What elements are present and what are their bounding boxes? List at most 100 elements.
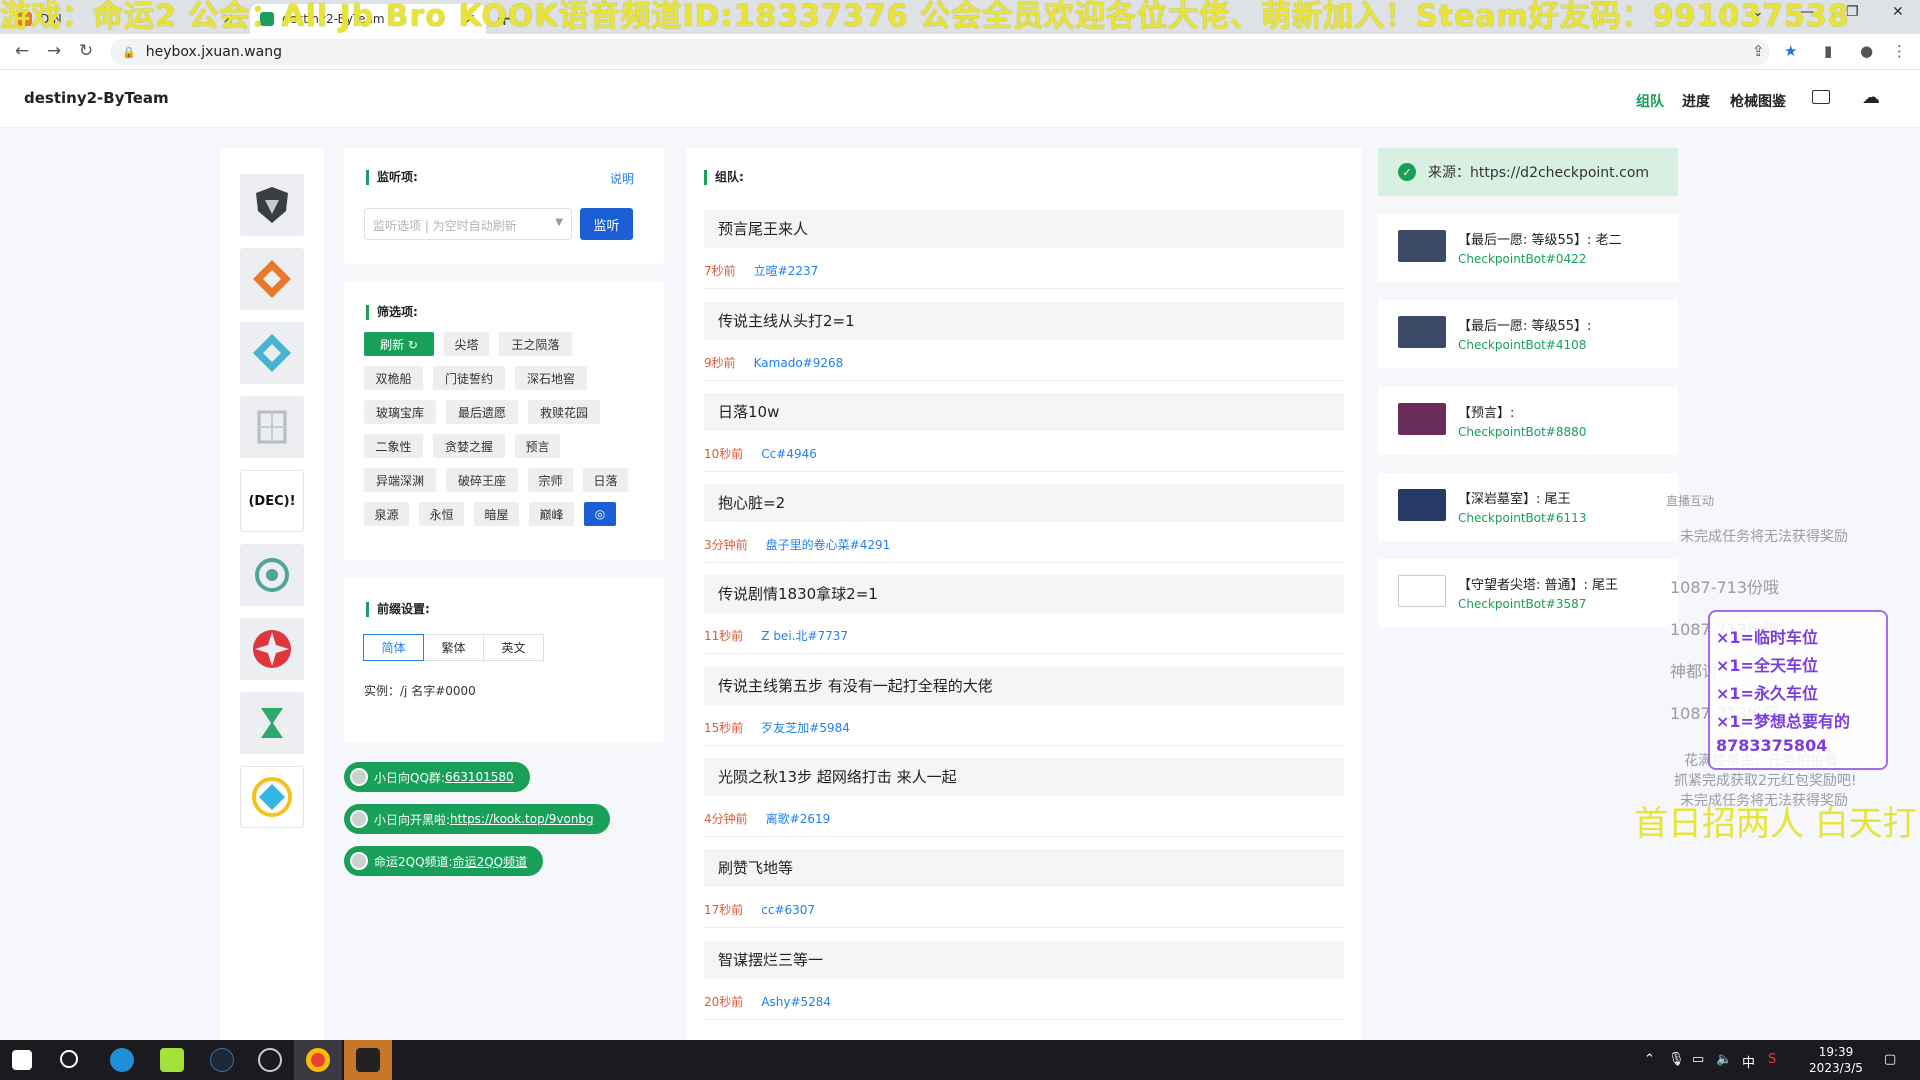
list-item[interactable]: 刷赞飞地等 17秒前 cc#6307	[704, 849, 1344, 917]
red-star-icon[interactable]	[240, 618, 304, 680]
filter-tag[interactable]: 王之陨落	[499, 332, 572, 356]
destiny-icon[interactable]	[356, 1048, 380, 1072]
list-item[interactable]: 智谋摆烂三等一 20秒前 Ashy#5284	[704, 941, 1344, 1009]
filter-tag[interactable]: 救赎花园	[528, 400, 600, 424]
lang-simplified[interactable]: 简体	[363, 634, 424, 661]
filter-tag[interactable]: 最后遗愿	[446, 400, 518, 424]
monitor-select[interactable]: 监听选项 | 为空时自动刷新 ▼	[364, 208, 572, 240]
close-icon[interactable]: ×	[222, 11, 234, 27]
filter-tag[interactable]: 门徒誓约	[433, 366, 505, 390]
filter-tag[interactable]: 二象性	[364, 434, 423, 458]
green-hourglass-icon[interactable]	[240, 692, 304, 754]
kook-pill[interactable]: 小日向开黑啦: https://kook.top/9vonbg	[344, 804, 610, 834]
bookmark-star-icon[interactable]: ★	[1784, 42, 1797, 60]
checkpoint-card[interactable]: 【最后一愿: 等级55】: 老二 CheckpointBot#0422	[1378, 214, 1678, 282]
filter-tag[interactable]: 泉源	[364, 502, 409, 526]
minimize-icon[interactable]: —	[1800, 4, 1814, 20]
checkpoint-card[interactable]: 【守望者尖塔: 普通】: 尾王 CheckpointBot#3587	[1378, 559, 1678, 627]
back-icon[interactable]: ←	[10, 41, 34, 61]
filter-tag[interactable]: 日落	[583, 468, 628, 492]
chrome-icon[interactable]	[306, 1048, 330, 1072]
kook-icon[interactable]	[160, 1048, 184, 1072]
filter-tag[interactable]: 尖塔	[444, 332, 489, 356]
steam-icon[interactable]	[210, 1048, 234, 1072]
dec-text-icon[interactable]: (DEC)!	[240, 470, 304, 532]
list-item[interactable]: 传说主线从头打2=1 9秒前 Kamado#9268	[704, 302, 1344, 370]
filter-tag[interactable]: 宗师	[528, 468, 573, 492]
sogou-icon[interactable]: S	[1768, 1052, 1776, 1067]
list-item[interactable]: 传说剧情1830拿球2=1 11秒前 Z bei.北#7737	[704, 575, 1344, 643]
tab-destiny2-byteam[interactable]: destiny2-ByTeam ×	[250, 4, 486, 34]
restore-icon[interactable]: ❐	[1846, 4, 1859, 20]
forward-icon[interactable]: →	[42, 41, 66, 61]
filter-tag[interactable]: 巅峰	[529, 502, 574, 526]
new-tab-icon[interactable]: +	[496, 6, 513, 30]
nav-weapons[interactable]: 枪械图鉴	[1730, 91, 1786, 111]
filter-tag[interactable]: 异端深渊	[364, 468, 436, 492]
refresh-button[interactable]: 刷新 ↻	[364, 332, 434, 356]
help-link[interactable]: 说明	[610, 170, 634, 187]
list-item[interactable]: 日落10w 10秒前 Cc#4946	[704, 393, 1344, 461]
filter-tag[interactable]: 暗屋	[474, 502, 519, 526]
chevron-down-icon[interactable]: ⌄	[1752, 4, 1764, 20]
yellow-diamond-icon[interactable]	[240, 766, 304, 828]
lang-english[interactable]: 英文	[483, 634, 544, 661]
search-icon[interactable]	[60, 1050, 78, 1068]
menu-kebab-icon[interactable]: ⋮	[1892, 42, 1907, 60]
notification-icon[interactable]: ▢	[1884, 1052, 1896, 1067]
tray-chevron-icon[interactable]: ⌃	[1644, 1052, 1655, 1067]
close-icon[interactable]: ×	[464, 11, 476, 27]
orange-diamond-icon[interactable]	[240, 248, 304, 310]
url-input[interactable]: 🔒 heybox.jxuan.wang	[110, 39, 1770, 65]
filter-tag[interactable]: 双桅船	[364, 366, 423, 390]
check-circle-icon: ✓	[1398, 163, 1416, 181]
network-icon[interactable]: ▭	[1692, 1052, 1704, 1067]
team-list-card: 组队: 预言尾王来人 7秒前 立暄#2237 传说主线从头打2=1 9秒前 Kama…	[686, 148, 1362, 1048]
source-text[interactable]: 来源：https://d2checkpoint.com	[1428, 162, 1649, 182]
tab-din[interactable]: DIN ×	[8, 4, 244, 34]
filter-tag[interactable]: 玻璃宝库	[364, 400, 436, 424]
mail-icon[interactable]	[1812, 90, 1830, 104]
nav-team[interactable]: 组队	[1636, 91, 1664, 111]
filter-tag[interactable]: 贪婪之握	[433, 434, 505, 458]
qq-channel-pill[interactable]: 命运2QQ频道: 命运2QQ频道	[344, 846, 544, 876]
lang-traditional[interactable]: 繁体	[423, 634, 484, 661]
volume-icon[interactable]: 🔈	[1716, 1052, 1732, 1067]
windows-start-icon[interactable]	[12, 1050, 32, 1070]
teal-emblem-icon[interactable]	[240, 544, 304, 606]
checkpoint-card[interactable]: 【深岩墓室】: 尾王 CheckpointBot#6113	[1378, 473, 1678, 541]
checkpoint-card[interactable]: 【预言】: CheckpointBot#8880	[1378, 387, 1678, 455]
overlay-line: 未完成任务将无法获得奖励	[1680, 529, 1848, 545]
profile-icon[interactable]: ●	[1860, 42, 1873, 60]
filter-tag[interactable]: 永恒	[419, 502, 464, 526]
shield-emblem-icon[interactable]	[240, 174, 304, 236]
ime-indicator[interactable]: 中	[1742, 1052, 1755, 1071]
divider	[704, 745, 1344, 746]
microphone-icon[interactable]: 🎙	[1668, 1052, 1685, 1067]
obs-icon[interactable]	[258, 1048, 282, 1072]
settings-button[interactable]: ◎	[584, 502, 616, 526]
edge-icon[interactable]	[110, 1048, 134, 1072]
filter-tag[interactable]: 破碎王座	[446, 468, 518, 492]
avatar	[350, 852, 368, 870]
share-icon[interactable]: ⇪	[1752, 42, 1765, 60]
list-item[interactable]: 预言尾王来人 7秒前 立暄#2237	[704, 210, 1344, 278]
cloud-icon[interactable]: ☁	[1862, 87, 1880, 108]
grey-emblem-icon[interactable]	[240, 396, 304, 458]
cyan-diamond-icon[interactable]	[240, 322, 304, 384]
close-window-icon[interactable]: ✕	[1892, 4, 1904, 20]
listen-button[interactable]: 监听	[580, 208, 633, 240]
reload-icon[interactable]: ↻	[74, 41, 98, 61]
taskbar-clock[interactable]: 19:39 2023/3/5	[1800, 1044, 1872, 1076]
list-item[interactable]: 传说主线第五步 有没有一起打全程的大佬 15秒前 歹友芝加#5984	[704, 667, 1344, 735]
list-item[interactable]: 抱心脏=2 3分钟前 盘子里的卷心菜#4291	[704, 484, 1344, 552]
qq-group-pill[interactable]: 小日向QQ群: 663101580	[344, 762, 530, 792]
tab-label: destiny2-ByTeam	[282, 12, 385, 26]
sidepanel-icon[interactable]: ▮	[1824, 42, 1832, 60]
nav-progress[interactable]: 进度	[1682, 91, 1710, 111]
list-item[interactable]: 光陨之秋13步 超网络打击 来人一起 4分钟前 离歌#2619	[704, 758, 1344, 826]
checkpoint-card[interactable]: 【最后一愿: 等级55】: CheckpointBot#4108	[1378, 300, 1678, 368]
filter-tag[interactable]: 深石地窖	[515, 366, 587, 390]
site-brand[interactable]: destiny2-ByTeam	[24, 89, 169, 107]
filter-tag[interactable]: 预言	[515, 434, 560, 458]
